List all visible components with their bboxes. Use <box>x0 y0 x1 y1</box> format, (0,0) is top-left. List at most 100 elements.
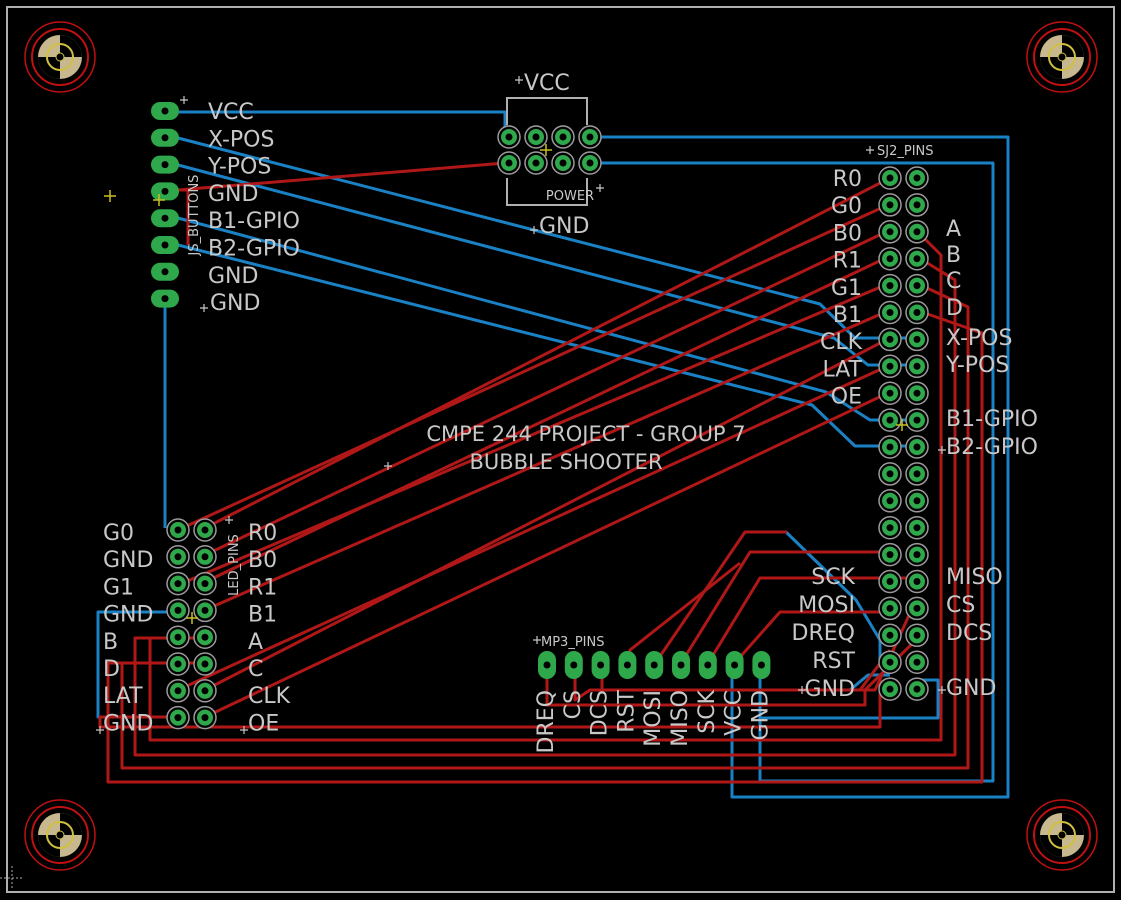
origin-cross <box>0 866 24 890</box>
js-pin-label: B1-GPIO <box>208 209 300 234</box>
led-right-label: A <box>248 630 263 655</box>
mp3-pad <box>752 651 771 679</box>
led-left-label: G1 <box>103 575 134 600</box>
sj2-right-label: B2-GPIO <box>946 435 1038 460</box>
led-name-label: LED_PINS <box>227 534 242 596</box>
mp3-pin-label: CS <box>561 690 586 719</box>
sj2-pad <box>905 381 929 405</box>
mounting-hole <box>1026 799 1098 871</box>
sj2-pad <box>905 435 929 459</box>
sj2-spi-right-label: GND <box>946 676 996 701</box>
mounting-hole <box>24 21 96 93</box>
sj2-pad <box>905 408 929 432</box>
power-pad <box>551 125 575 149</box>
sj2-spi-right-label: DCS <box>946 621 992 646</box>
power-name-label: POWER <box>546 189 594 204</box>
power-pad <box>578 151 602 175</box>
mp3-pad <box>698 651 717 679</box>
led-pad <box>193 625 217 649</box>
sj2-pad <box>878 408 902 432</box>
led-right-label: C <box>248 657 263 682</box>
mp3-pin-label: RST <box>614 689 639 732</box>
mounting-holes <box>24 21 1098 871</box>
mp3-pad <box>591 651 610 679</box>
led-right-label: CLK <box>248 684 291 709</box>
mounting-hole <box>1026 21 1098 93</box>
sj2-pad <box>905 596 929 621</box>
power-vcc-label: VCC <box>524 71 570 96</box>
js-pad <box>151 155 179 174</box>
sj2-spi-left-label: RST <box>812 649 855 674</box>
sj2-pad <box>878 220 902 244</box>
mp3-pin-label: GND <box>748 690 773 740</box>
mp3-pin-label: VCC <box>722 690 747 736</box>
sj2-pad <box>878 462 902 486</box>
sj2-pad <box>905 273 929 298</box>
sj2-pad <box>878 650 902 674</box>
power-pad <box>524 125 548 149</box>
led-pad <box>193 652 217 676</box>
led-pad <box>193 679 217 703</box>
power-pad <box>578 125 602 149</box>
sj2-left-label: CLK <box>820 330 863 355</box>
js-pin-label: GND <box>208 182 258 207</box>
sj2-left-label: R0 <box>833 167 862 192</box>
led-left-label: D <box>103 657 120 682</box>
mp3-pad <box>645 651 664 679</box>
led-right-label: B1 <box>248 603 277 628</box>
js-pad <box>151 128 179 147</box>
board-title-line1: CMPE 244 PROJECT - GROUP 7 <box>426 422 745 446</box>
led-pad <box>166 625 190 649</box>
js-pad <box>151 289 179 308</box>
led-pad <box>166 545 190 569</box>
sj2-left-label: B1 <box>833 303 862 328</box>
sj2-pad <box>905 166 929 190</box>
js-name-label: JS_BUTTONS <box>187 175 202 257</box>
sj2-left-label: OE <box>831 385 862 410</box>
sj2-right-label: Y-POS <box>945 353 1009 378</box>
mp3-pin-label: DCS <box>588 690 613 736</box>
sj2-right-label: B1-GPIO <box>946 407 1038 432</box>
sj2-right-label: D <box>946 296 963 321</box>
led-left-label: G0 <box>103 521 134 546</box>
power-pad <box>497 125 521 149</box>
sj2-pad <box>878 354 902 379</box>
sj2-pad <box>878 542 902 567</box>
sj2-pad <box>905 300 929 325</box>
led-left-label: GND <box>103 603 153 628</box>
sj2-pad <box>905 677 929 701</box>
sj2-pad <box>905 354 929 379</box>
js-pad <box>151 102 179 120</box>
trace-lat <box>177 363 891 692</box>
led-left-label: LAT <box>103 684 143 709</box>
mp3-pad <box>672 651 690 679</box>
sj2-right-label: A <box>946 217 961 242</box>
js-pin-label: GND <box>208 264 258 289</box>
sj2-spi-left-label: GND <box>805 677 855 702</box>
power-pad <box>497 151 521 175</box>
led-right-label: B0 <box>248 548 277 573</box>
led-pad <box>193 705 217 730</box>
sj2-pad <box>878 515 902 540</box>
sj2-right-label: X-POS <box>946 326 1012 351</box>
sj2-right-label: C <box>946 269 961 294</box>
sj2-pad <box>878 193 902 217</box>
sj2-pad <box>878 246 902 271</box>
sj2-left-label: LAT <box>822 357 862 382</box>
sj2-right-label: B <box>946 243 961 268</box>
sj2-spi-left-label: DREQ <box>792 621 855 646</box>
mp3-pad <box>564 651 583 679</box>
led-right-label: R0 <box>248 521 277 546</box>
led-pad <box>166 679 190 703</box>
led-pad <box>166 518 190 542</box>
sj2-pad <box>905 515 929 540</box>
sj2-pad <box>878 300 902 325</box>
js-pad <box>151 236 179 254</box>
power-gnd-label: GND <box>539 214 589 239</box>
js-pin-label: GND <box>210 291 260 316</box>
mp3-pin-label: DREQ <box>534 690 559 753</box>
led-left-label: GND <box>103 548 153 573</box>
sj2-pad <box>878 596 902 621</box>
js-pin-label: Y-POS <box>207 155 271 180</box>
led-pad <box>166 571 190 596</box>
